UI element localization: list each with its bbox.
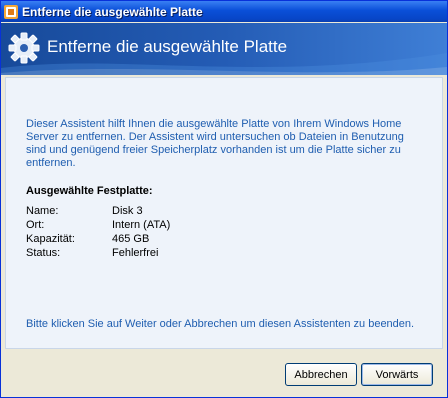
title-bar[interactable]: Entferne die ausgewählte Platte xyxy=(1,1,447,22)
wizard-window: Entferne die ausgewählte Platte Entferne… xyxy=(0,0,448,398)
intro-text: Dieser Assistent hilft Ihnen die ausgewä… xyxy=(26,118,404,169)
info-label: Kapazität: xyxy=(26,233,75,245)
button-bar: Abbrechen Vorwärts xyxy=(1,349,447,397)
info-row-status: Status: Fehlerfrei xyxy=(26,246,170,260)
next-button[interactable]: Vorwärts xyxy=(361,363,433,386)
info-label: Name: xyxy=(26,205,59,217)
wizard-content: Dieser Assistent hilft Ihnen die ausgewä… xyxy=(5,77,443,349)
info-value: Disk 3 xyxy=(112,205,143,217)
header-title: Entferne die ausgewählte Platte xyxy=(47,37,288,56)
windows-home-server-icon xyxy=(4,4,18,19)
info-value: Intern (ATA) xyxy=(112,219,171,231)
info-label: Status: xyxy=(26,247,61,259)
info-value: Fehlerfrei xyxy=(112,247,159,259)
wizard-header: Entferne die ausgewählte Platte xyxy=(1,23,447,75)
window-title: Entferne die ausgewählte Platte xyxy=(22,4,203,19)
cancel-button[interactable]: Abbrechen xyxy=(285,363,357,386)
info-row-location: Ort: Intern (ATA) xyxy=(26,218,170,232)
disk-info: Name: Disk 3 Ort: Intern (ATA) Kapazität… xyxy=(26,204,170,260)
info-value: 465 GB xyxy=(112,233,150,245)
instruction-text: Bitte klicken Sie auf Weiter oder Abbrec… xyxy=(26,318,415,330)
selected-disk-heading: Ausgewählte Festplatte: xyxy=(26,185,153,197)
info-row-name: Name: Disk 3 xyxy=(26,204,170,218)
info-row-capacity: Kapazität: 465 GB xyxy=(26,232,170,246)
gear-icon xyxy=(7,31,41,65)
info-label: Ort: xyxy=(26,219,45,231)
